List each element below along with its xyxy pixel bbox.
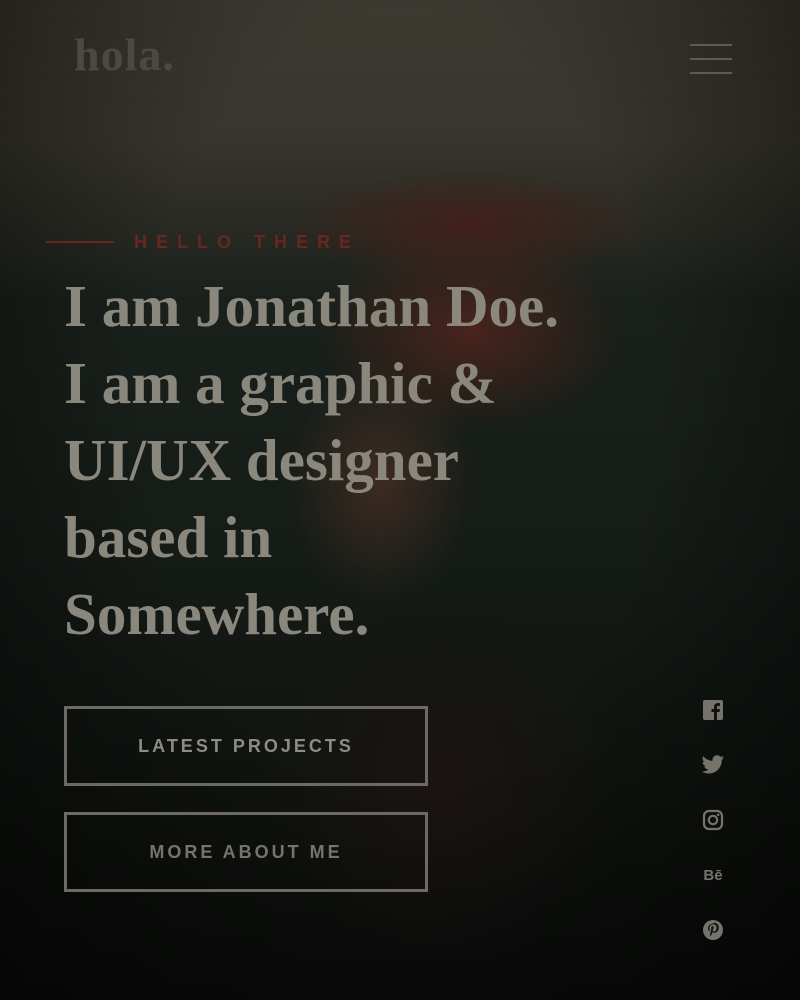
more-about-me-button[interactable]: MORE ABOUT ME (64, 812, 428, 892)
facebook-icon[interactable] (700, 697, 726, 723)
latest-projects-button[interactable]: LATEST PROJECTS (64, 706, 428, 786)
pinterest-glyph (703, 920, 723, 940)
instagram-glyph (702, 809, 724, 831)
pinterest-icon[interactable] (700, 917, 726, 943)
behance-glyph: Bē (703, 866, 723, 884)
hero-section: hola. HELLO THERE I am Jonathan Doe. I a… (0, 0, 800, 1000)
facebook-glyph (703, 700, 723, 720)
menu-bar (690, 72, 732, 74)
headline-line: UI/UX designer (64, 427, 459, 493)
menu-bar (690, 44, 732, 46)
headline-line: I am Jonathan Doe. (64, 273, 559, 339)
twitter-glyph (701, 755, 725, 774)
hamburger-menu-icon[interactable] (690, 44, 732, 76)
headline-line: Somewhere. (64, 581, 370, 647)
hero-headline: I am Jonathan Doe. I am a graphic & UI/U… (64, 268, 764, 653)
headline-line: based in (64, 504, 273, 570)
twitter-icon[interactable] (700, 752, 726, 778)
menu-bar (690, 58, 732, 60)
site-logo[interactable]: hola. (74, 32, 175, 78)
instagram-icon[interactable] (700, 807, 726, 833)
pretitle-text: HELLO THERE (134, 231, 361, 252)
behance-icon[interactable]: Bē (700, 862, 726, 888)
pretitle-line (46, 241, 114, 243)
headline-line: I am a graphic & (64, 350, 497, 416)
hero-pretitle: HELLO THERE (46, 230, 360, 254)
